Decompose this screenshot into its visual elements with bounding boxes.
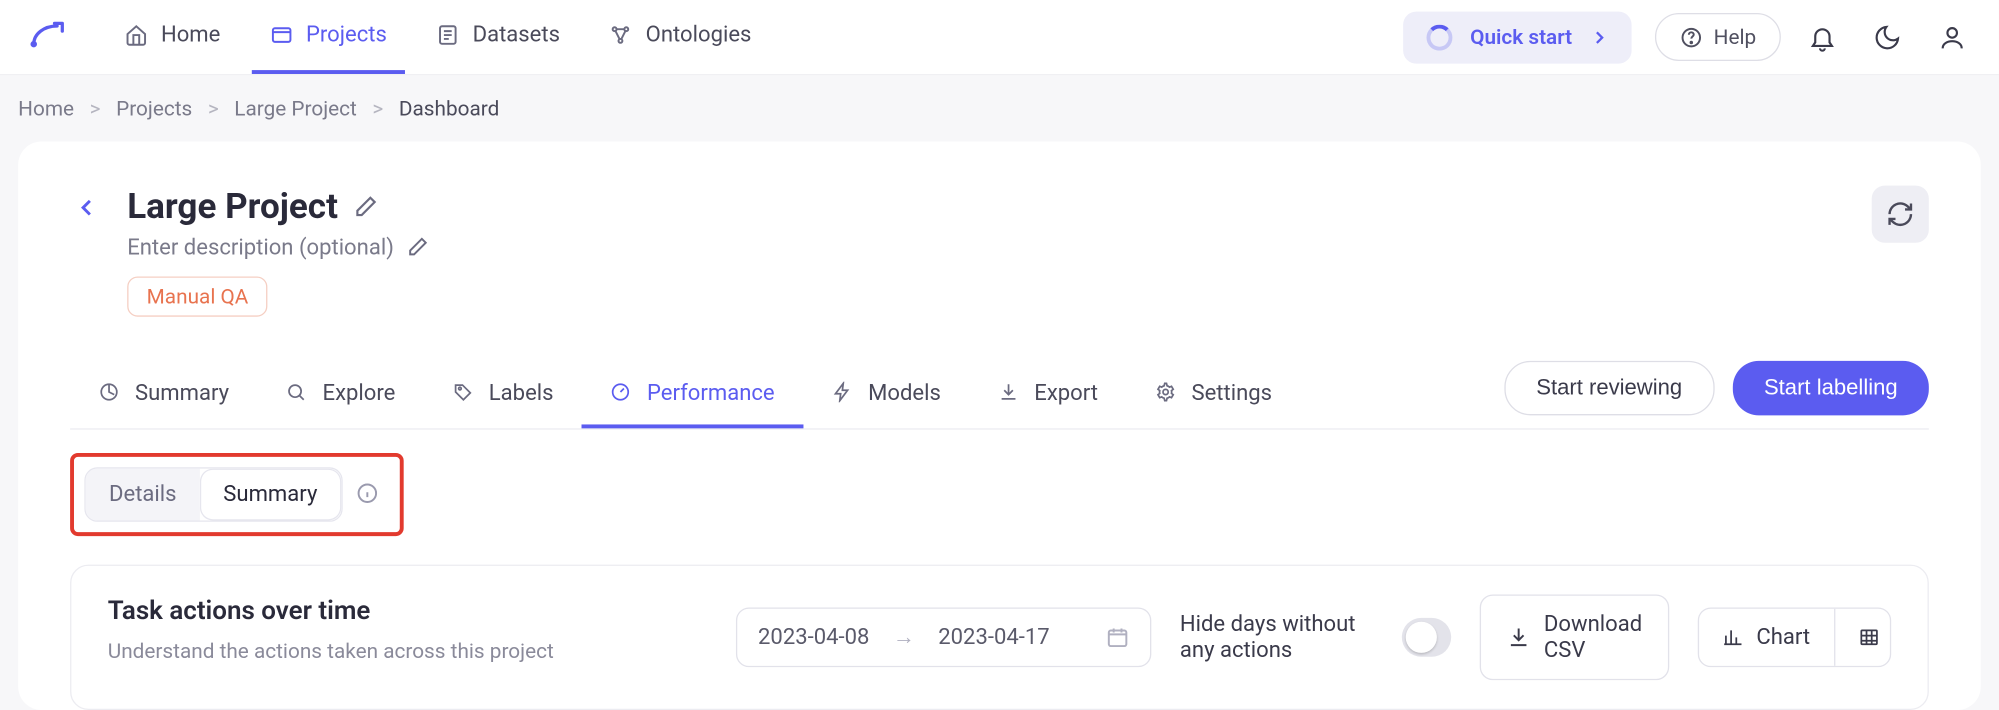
chevron-right-icon — [1590, 28, 1608, 46]
chart-icon — [1723, 627, 1744, 648]
quick-start-button[interactable]: Quick start — [1403, 11, 1632, 63]
app-logo[interactable] — [23, 15, 67, 59]
table-icon — [1858, 627, 1879, 648]
notifications-button[interactable] — [1799, 14, 1846, 61]
highlight-annotation: Details Summary — [70, 453, 403, 536]
search-icon — [286, 381, 309, 404]
tab-settings-label: Settings — [1191, 380, 1272, 406]
download-csv-button[interactable]: Download CSV — [1480, 594, 1669, 680]
user-menu[interactable] — [1929, 14, 1976, 61]
nav-datasets[interactable]: Datasets — [418, 0, 578, 74]
date-range-picker[interactable]: 2023-04-08 → 2023-04-17 — [736, 607, 1151, 667]
start-labelling-button[interactable]: Start labelling — [1733, 361, 1929, 416]
gear-icon — [1155, 381, 1178, 404]
view-chart-button[interactable]: Chart — [1699, 609, 1835, 666]
panel-subtitle: Understand the actions taken across this… — [108, 639, 705, 664]
breadcrumb-project[interactable]: Large Project — [234, 96, 357, 121]
subtab-summary[interactable]: Summary — [200, 469, 341, 521]
view-chart-label: Chart — [1756, 624, 1810, 650]
task-actions-panel: Task actions over time Understand the ac… — [70, 565, 1929, 710]
nav-home-label: Home — [161, 22, 220, 48]
tab-explore[interactable]: Explore — [258, 361, 424, 427]
quick-start-label: Quick start — [1470, 25, 1572, 50]
chevron-right-icon: > — [90, 96, 101, 121]
nav-projects-label: Projects — [306, 22, 387, 48]
page-title: Large Project — [127, 186, 338, 228]
tab-performance[interactable]: Performance — [582, 361, 803, 427]
nav-datasets-label: Datasets — [473, 22, 560, 48]
view-toggle: Chart Table — [1698, 607, 1891, 667]
arrow-right-icon: → — [893, 624, 915, 650]
ontologies-icon — [609, 23, 632, 46]
projects-icon — [270, 23, 293, 46]
project-card: Large Project Enter description (optiona… — [18, 141, 1981, 710]
back-button[interactable] — [70, 191, 104, 225]
chevron-right-icon: > — [208, 96, 219, 121]
tab-labels-label: Labels — [489, 380, 554, 406]
tab-labels[interactable]: Labels — [424, 361, 582, 427]
summary-icon — [99, 381, 122, 404]
tab-summary[interactable]: Summary — [70, 361, 258, 427]
theme-toggle[interactable] — [1864, 14, 1911, 61]
edit-title-button[interactable] — [354, 193, 380, 219]
subtab-details[interactable]: Details — [86, 469, 200, 521]
nav-ontologies[interactable]: Ontologies — [591, 0, 769, 74]
edit-description-button[interactable] — [407, 235, 433, 261]
tab-models-label: Models — [868, 380, 941, 406]
tab-summary-label: Summary — [135, 380, 229, 406]
download-icon — [1508, 626, 1531, 649]
tab-models[interactable]: Models — [803, 361, 969, 427]
subtab-segmented: Details Summary — [84, 467, 342, 522]
breadcrumb-current: Dashboard — [399, 96, 499, 121]
bell-icon — [1808, 23, 1837, 52]
nav-projects[interactable]: Projects — [251, 0, 405, 74]
breadcrumb-home[interactable]: Home — [18, 96, 74, 121]
tab-export-label: Export — [1034, 380, 1098, 406]
tab-performance-label: Performance — [647, 380, 775, 406]
nav-ontologies-label: Ontologies — [646, 22, 752, 48]
datasets-icon — [436, 23, 459, 46]
moon-icon — [1873, 23, 1902, 52]
bolt-icon — [832, 381, 855, 404]
tab-settings[interactable]: Settings — [1127, 361, 1301, 427]
info-icon[interactable] — [355, 482, 381, 508]
tab-explore-label: Explore — [323, 380, 396, 406]
nav-home[interactable]: Home — [106, 0, 238, 74]
view-table-button[interactable]: Table — [1835, 609, 1891, 666]
description-placeholder[interactable]: Enter description (optional) — [127, 235, 394, 261]
home-icon — [125, 23, 148, 46]
tag-icon — [452, 381, 475, 404]
download-icon — [998, 381, 1021, 404]
top-nav: Home Projects Datasets Ontologies Quick … — [0, 0, 1999, 75]
download-csv-label: Download CSV — [1544, 611, 1642, 663]
hide-days-toggle[interactable] — [1401, 618, 1451, 657]
gauge-icon — [611, 381, 634, 404]
user-icon — [1938, 23, 1967, 52]
spinner-icon — [1426, 24, 1452, 50]
hide-days-label: Hide days without any actions — [1180, 611, 1383, 663]
status-badge: Manual QA — [127, 276, 268, 316]
breadcrumb-projects[interactable]: Projects — [116, 96, 192, 121]
panel-title: Task actions over time — [108, 594, 705, 625]
tab-export[interactable]: Export — [969, 361, 1126, 427]
calendar-icon — [1106, 626, 1129, 649]
help-icon — [1680, 25, 1703, 48]
date-to: 2023-04-17 — [938, 624, 1049, 650]
project-tabs: Summary Explore Labels Performance Model… — [70, 361, 1929, 430]
date-from: 2023-04-08 — [758, 624, 869, 650]
refresh-button[interactable] — [1872, 186, 1929, 243]
start-reviewing-button[interactable]: Start reviewing — [1504, 361, 1715, 416]
chevron-right-icon: > — [372, 96, 383, 121]
help-label: Help — [1714, 25, 1757, 50]
help-button[interactable]: Help — [1655, 13, 1781, 61]
breadcrumb: Home > Projects > Large Project > Dashbo… — [0, 75, 1999, 141]
